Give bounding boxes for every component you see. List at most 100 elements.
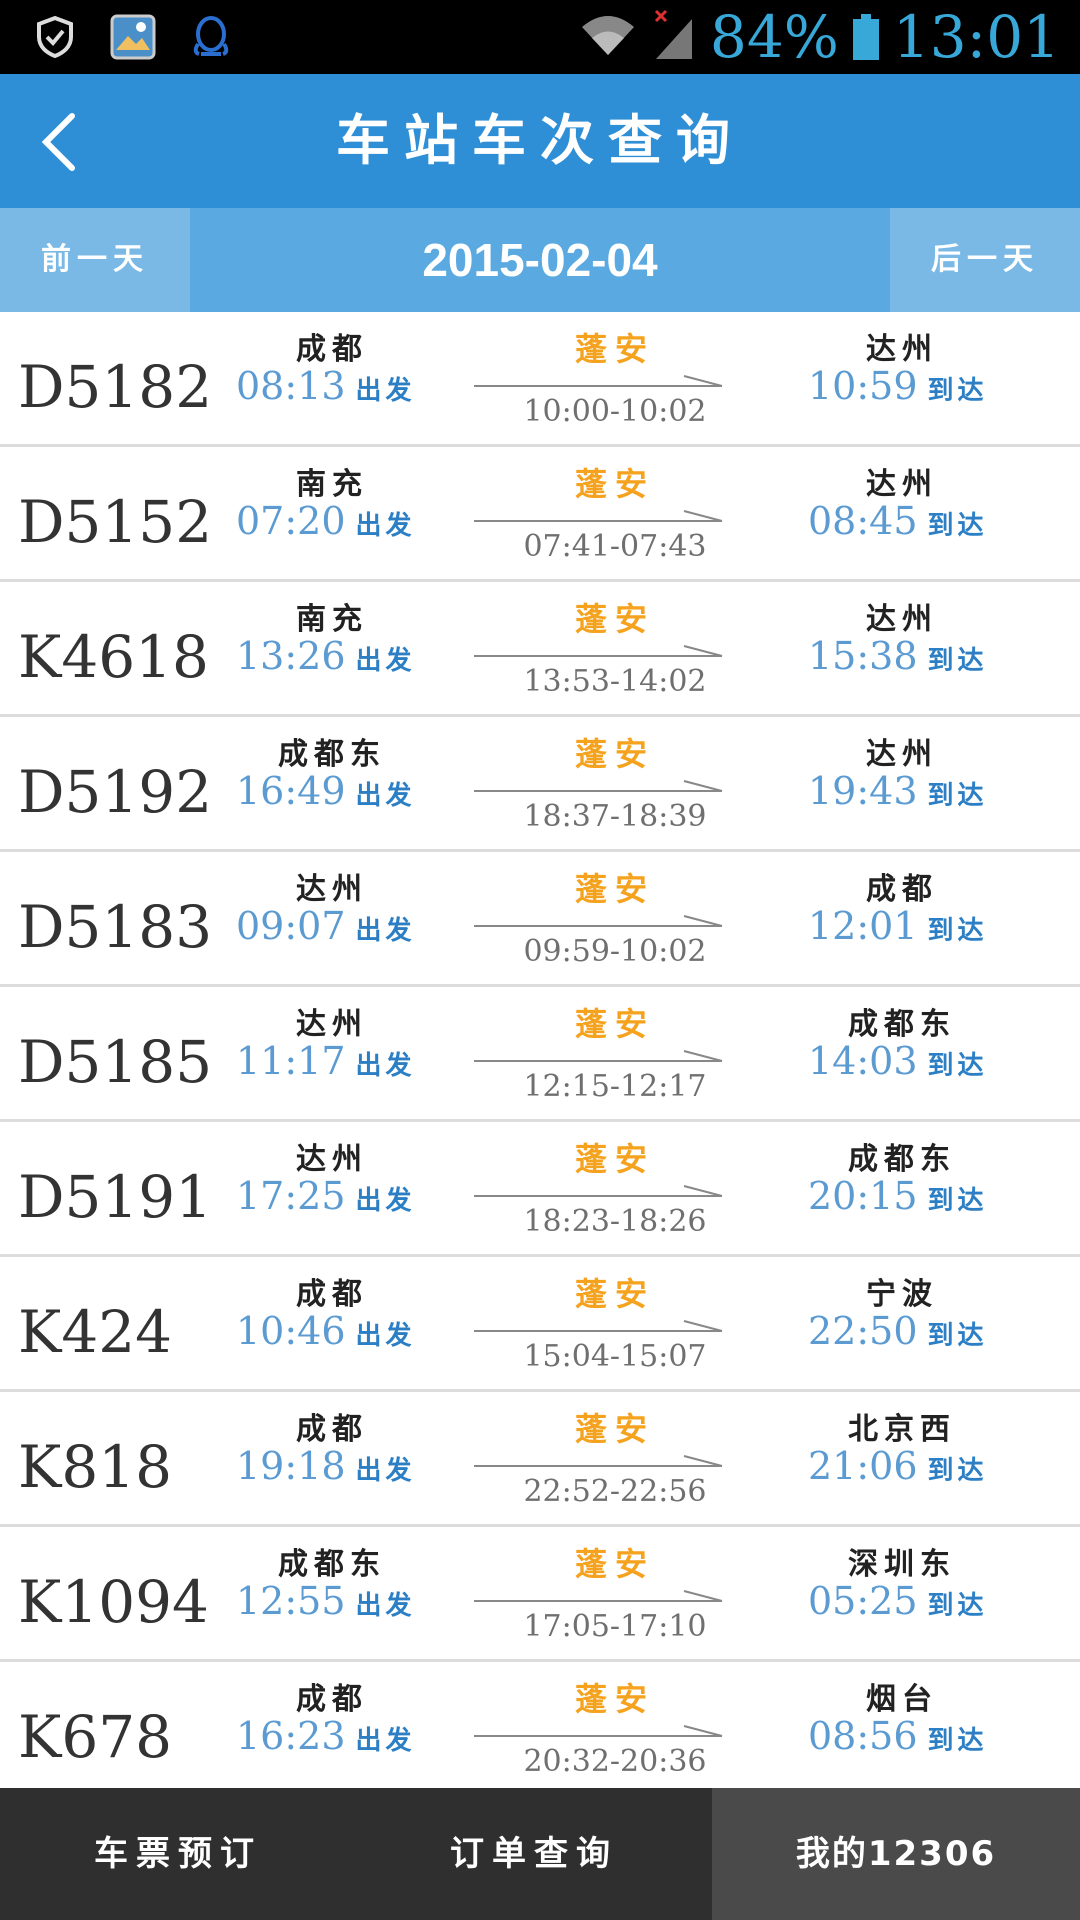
wifi-icon: [578, 11, 638, 63]
nav-my-12306[interactable]: 我的12306: [712, 1788, 1080, 1920]
train-row[interactable]: D5152 南充 07:20 出发 蓬安 07:41-07:43 达州 08:45 到达: [0, 447, 1080, 582]
via-station: 蓬安: [574, 465, 655, 503]
train-number: D5152: [18, 488, 213, 556]
arrival-info: 14:03 到达: [808, 1039, 988, 1089]
arrival-info: 08:45 到达: [808, 499, 988, 549]
battery-icon: [852, 14, 879, 60]
date-bar: 前一天 2015-02-04 后一天: [0, 208, 1080, 312]
clock: 13:01: [892, 3, 1060, 71]
train-number: D5182: [18, 353, 213, 421]
arrow-right-icon: [474, 1185, 723, 1197]
departure-station: 成都: [296, 1682, 368, 1717]
depart-label: 出发: [355, 1186, 416, 1216]
train-row[interactable]: K4618 南充 13:26 出发 蓬安 13:53-14:02 达州 15:38 到达: [0, 582, 1080, 717]
depart-label: 出发: [355, 1051, 416, 1081]
via-station: 蓬安: [574, 1410, 655, 1448]
train-number: K4618: [18, 623, 209, 691]
nav-order-query[interactable]: 订单查询: [356, 1788, 712, 1920]
via-stop-time: 18:37-18:39: [523, 799, 707, 834]
departure-info: 11:17 出发: [236, 1039, 416, 1089]
departure-time: 10:46: [236, 1309, 346, 1353]
arrow-right-icon: [474, 645, 723, 657]
arrow-right-icon: [474, 1725, 723, 1737]
via-stop-time: 20:32-20:36: [523, 1744, 707, 1779]
arrow-right-icon: [474, 1320, 723, 1332]
arrival-station: 达州: [866, 332, 938, 367]
train-row[interactable]: K1094 成都东 12:55 出发 蓬安 17:05-17:10 深圳东 05:25 到达: [0, 1527, 1080, 1662]
train-row[interactable]: K424 成都 10:46 出发 蓬安 15:04-15:07 宁波 22:50 到达: [0, 1257, 1080, 1392]
train-list[interactable]: D5182 成都 08:13 出发 蓬安 10:00-10:02 达州 10:59 到达 D515…: [0, 312, 1080, 1788]
train-number: D5191: [18, 1163, 213, 1231]
train-row[interactable]: D5185 达州 11:17 出发 蓬安 12:15-12:17 成都东 14:03 到达: [0, 987, 1080, 1122]
train-row[interactable]: D5182 成都 08:13 出发 蓬安 10:00-10:02 达州 10:59 到达: [0, 312, 1080, 447]
via-station: 蓬安: [574, 1140, 655, 1178]
train-row[interactable]: D5192 成都东 16:49 出发 蓬安 18:37-18:39 达州 19:43 到达: [0, 717, 1080, 852]
departure-time: 16:23: [236, 1714, 346, 1758]
via-station: 蓬安: [574, 1275, 655, 1313]
train-row[interactable]: K818 成都 19:18 出发 蓬安 22:52-22:56 北京西 21:06 到达: [0, 1392, 1080, 1527]
arrive-label: 到达: [927, 511, 988, 541]
depart-label: 出发: [355, 781, 416, 811]
arrival-info: 21:06 到达: [808, 1444, 988, 1494]
selected-date[interactable]: 2015-02-04: [190, 208, 890, 312]
arrival-info: 05:25 到达: [808, 1579, 988, 1629]
departure-info: 19:18 出发: [236, 1444, 416, 1494]
departure-info: 08:13 出发: [236, 364, 416, 414]
gallery-icon: [108, 12, 158, 62]
arrival-info: 12:01 到达: [808, 904, 988, 954]
departure-station: 达州: [296, 872, 368, 907]
departure-info: 17:25 出发: [236, 1174, 416, 1224]
page-title: 车站车次查询: [336, 109, 744, 172]
arrival-time: 12:01: [808, 904, 918, 948]
arrival-info: 19:43 到达: [808, 769, 988, 819]
arrive-label: 到达: [927, 1591, 988, 1621]
depart-label: 出发: [355, 1591, 416, 1621]
departure-station: 成都东: [278, 737, 386, 772]
depart-label: 出发: [355, 1726, 416, 1756]
arrive-label: 到达: [927, 646, 988, 676]
arrival-time: 05:25: [808, 1579, 918, 1623]
via-station: 蓬安: [574, 735, 655, 773]
via-stop-time: 13:53-14:02: [523, 664, 707, 699]
departure-info: 16:23 出发: [236, 1714, 416, 1764]
prev-day-button[interactable]: 前一天: [0, 208, 190, 312]
train-number: K678: [18, 1703, 173, 1771]
departure-station: 成都: [296, 1412, 368, 1447]
via-stop-time: 22:52-22:56: [523, 1474, 707, 1509]
train-row[interactable]: D5191 达州 17:25 出发 蓬安 18:23-18:26 成都东 20:15 到达: [0, 1122, 1080, 1257]
arrival-time: 14:03: [808, 1039, 918, 1083]
train-number: K424: [18, 1298, 173, 1366]
signal-icon: [652, 9, 696, 65]
qq-icon: [186, 12, 236, 62]
depart-label: 出发: [355, 646, 416, 676]
arrival-station: 北京西: [848, 1412, 956, 1447]
arrive-label: 到达: [927, 1186, 988, 1216]
train-row[interactable]: D5183 达州 09:07 出发 蓬安 09:59-10:02 成都 12:01 到达: [0, 852, 1080, 987]
arrival-time: 22:50: [808, 1309, 918, 1353]
departure-time: 13:26: [236, 634, 346, 678]
train-number: D5192: [18, 758, 213, 826]
depart-label: 出发: [355, 1456, 416, 1486]
departure-time: 19:18: [236, 1444, 346, 1488]
depart-label: 出发: [355, 376, 416, 406]
train-row[interactable]: K678 成都 16:23 出发 蓬安 20:32-20:36 烟台 08:56 到达: [0, 1662, 1080, 1788]
departure-station: 成都: [296, 1277, 368, 1312]
nav-ticket-booking[interactable]: 车票预订: [0, 1788, 356, 1920]
arrow-right-icon: [474, 510, 723, 522]
arrow-right-icon: [474, 1590, 723, 1602]
departure-info: 09:07 出发: [236, 904, 416, 954]
arrival-station: 烟台: [866, 1682, 938, 1717]
via-station: 蓬安: [574, 1680, 655, 1718]
arrival-station: 成都东: [848, 1142, 956, 1177]
arrival-time: 08:45: [808, 499, 918, 543]
arrival-info: 20:15 到达: [808, 1174, 988, 1224]
arrive-label: 到达: [927, 781, 988, 811]
departure-info: 16:49 出发: [236, 769, 416, 819]
departure-info: 10:46 出发: [236, 1309, 416, 1359]
via-stop-time: 10:00-10:02: [523, 394, 707, 429]
next-day-button[interactable]: 后一天: [890, 208, 1080, 312]
via-stop-time: 07:41-07:43: [523, 529, 707, 564]
arrival-station: 成都东: [848, 1007, 956, 1042]
arrival-station: 宁波: [866, 1277, 938, 1312]
departure-time: 17:25: [236, 1174, 346, 1218]
